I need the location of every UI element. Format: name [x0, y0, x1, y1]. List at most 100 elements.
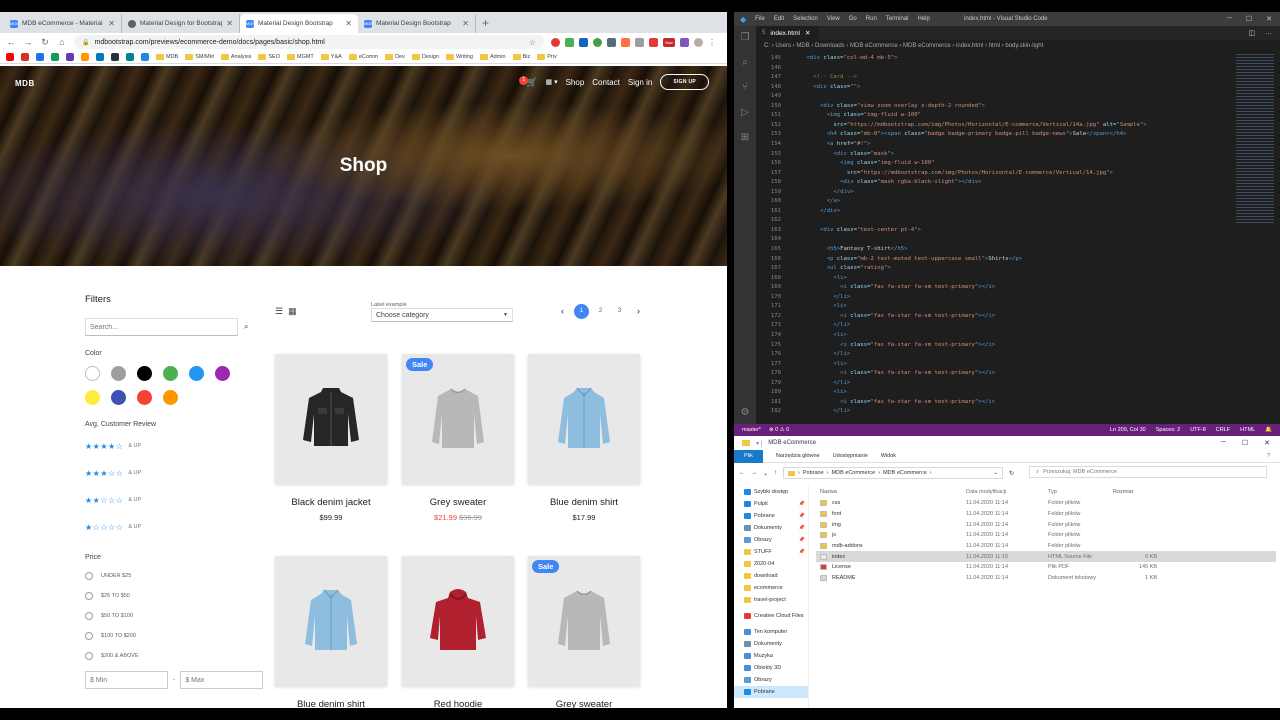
- file-row[interactable]: README 11.04.2020 11:14 Dokument tekstow…: [816, 573, 1276, 584]
- back-icon[interactable]: ←: [6, 37, 16, 47]
- product-name[interactable]: Red hoodie: [402, 699, 514, 708]
- code-line[interactable]: <div class="mask">: [793, 150, 894, 160]
- code-line[interactable]: <!-- Card -->: [793, 73, 857, 83]
- breadcrumb[interactable]: C: › Users › MDB › Downloads › MDB eComm…: [764, 43, 1043, 49]
- menu-go[interactable]: Go: [849, 16, 857, 22]
- extension-badge-icon[interactable]: Bsw: [663, 37, 675, 47]
- code-line[interactable]: <i class="fas fa-star fa-sm text-primary…: [793, 283, 995, 293]
- price-option[interactable]: $25 TO $50: [85, 590, 260, 601]
- maximize-icon[interactable]: ☐: [1242, 439, 1248, 447]
- menu-view[interactable]: View: [827, 16, 840, 22]
- line-endings[interactable]: CRLF: [1216, 427, 1230, 433]
- menu-kebab-icon[interactable]: ⋮: [708, 38, 716, 47]
- color-swatch[interactable]: [111, 390, 126, 405]
- bookmark-folder[interactable]: Design: [411, 54, 439, 60]
- price-option[interactable]: $50 TO $100: [85, 610, 260, 621]
- ribbon-tab-file[interactable]: Plik: [734, 449, 763, 463]
- code-line[interactable]: <div class="view zoom overlay z-depth-2 …: [793, 102, 985, 112]
- bookmark-icon[interactable]: [51, 53, 59, 61]
- code-line[interactable]: <li>: [793, 274, 846, 284]
- extension-icon[interactable]: [607, 37, 616, 47]
- extension-icon[interactable]: [593, 37, 602, 47]
- file-row[interactable]: font 11.04.2020 11:14 Folder plików: [816, 509, 1276, 520]
- product-name[interactable]: Grey sweater: [528, 699, 640, 708]
- code-line[interactable]: <i class="fas fa-star fa-sm text-primary…: [793, 398, 995, 408]
- color-swatch[interactable]: [189, 366, 204, 381]
- max-price-input[interactable]: [180, 671, 264, 689]
- path-dropdown-icon[interactable]: ⌄: [993, 470, 998, 476]
- code-line[interactable]: <h5>Fantasy T-shirt</h5>: [793, 245, 908, 255]
- browser-tab-3[interactable]: MDB Material Design Bootstrap ✕: [358, 14, 476, 33]
- rating-option[interactable]: ★★☆☆☆ & UP: [85, 491, 260, 509]
- bookmark-star-icon[interactable]: ☆: [529, 38, 536, 47]
- pin-icon[interactable]: 📌: [799, 549, 805, 555]
- nav-link-shop[interactable]: Shop: [566, 78, 585, 87]
- quick-access-toolbar-icon[interactable]: ▾ |: [756, 440, 762, 447]
- code-line[interactable]: src="https://mdbootstrap.com/img/Photos/…: [793, 169, 1113, 179]
- product-image[interactable]: [402, 556, 514, 686]
- nav-item[interactable]: Dokumenty 📌: [734, 522, 808, 534]
- code-line[interactable]: </div>: [793, 188, 853, 198]
- code-line[interactable]: src="https://mdbootstrap.com/img/Photos/…: [793, 121, 1146, 131]
- close-tab-icon[interactable]: ✕: [226, 19, 233, 28]
- forward-icon[interactable]: →: [751, 470, 757, 476]
- rating-option[interactable]: ★☆☆☆☆ & UP: [85, 518, 260, 536]
- category-select[interactable]: Label example Choose category ▼: [371, 302, 513, 322]
- code-editor[interactable]: 145 <div class="col-md-4 mb-5"> 146 147 <!…: [756, 54, 1236, 424]
- code-line[interactable]: <i class="fas fa-star fa-sm text-primary…: [793, 341, 995, 351]
- product-image[interactable]: Sale: [528, 556, 640, 686]
- file-row[interactable]: js 11.04.2020 11:14 Folder plików: [816, 530, 1276, 541]
- indentation[interactable]: Spaces: 2: [1156, 427, 1180, 433]
- nav-item[interactable]: Pobrane: [734, 686, 808, 698]
- nav-item[interactable]: STUFF 📌: [734, 546, 808, 558]
- code-line[interactable]: <img class="img-fluid w-100": [793, 111, 921, 121]
- nav-item[interactable]: travel-project: [734, 594, 808, 606]
- price-option[interactable]: $200 & ABOVE: [85, 650, 260, 661]
- list-view-icon[interactable]: ☰: [275, 306, 283, 317]
- pin-icon[interactable]: 📌: [799, 525, 805, 531]
- nav-item[interactable]: ecommerce: [734, 582, 808, 594]
- source-control-icon[interactable]: ⑂: [742, 82, 748, 93]
- color-swatch[interactable]: [163, 366, 178, 381]
- reload-icon[interactable]: ↻: [40, 37, 50, 48]
- file-row[interactable]: img 11.04.2020 11:14 Folder plików: [816, 519, 1276, 530]
- bookmark-icon[interactable]: [36, 53, 44, 61]
- browser-tab-1[interactable]: Material Design for Bootstrap ✕: [122, 14, 240, 33]
- code-line[interactable]: </li>: [793, 407, 850, 417]
- code-line[interactable]: <li>: [793, 302, 846, 312]
- close-icon[interactable]: ✕: [1264, 439, 1270, 447]
- bookmark-icon[interactable]: [81, 53, 89, 61]
- close-tab-icon[interactable]: ✕: [345, 19, 352, 28]
- bookmark-icon[interactable]: [141, 53, 149, 61]
- more-actions-icon[interactable]: …: [1265, 29, 1272, 37]
- language-mode[interactable]: HTML: [1240, 427, 1255, 433]
- nav-item[interactable]: Szybki dostęp: [734, 486, 808, 498]
- problems-count[interactable]: ⊗ 0 ⚠ 0: [769, 427, 789, 433]
- column-date[interactable]: Data modyfikacji: [966, 489, 1048, 495]
- extension-icon[interactable]: [621, 37, 630, 47]
- pin-icon[interactable]: 📌: [799, 513, 805, 519]
- color-swatch[interactable]: [137, 366, 152, 381]
- pin-icon[interactable]: 📌: [799, 537, 805, 543]
- column-size[interactable]: Rozmiar: [1113, 489, 1157, 495]
- product-image[interactable]: [275, 556, 387, 686]
- nav-link-contact[interactable]: Contact: [592, 78, 620, 87]
- close-tab-icon[interactable]: ✕: [108, 19, 115, 28]
- file-row[interactable]: css 11.04.2020 11:14 Folder plików: [816, 498, 1276, 509]
- bookmark-folder[interactable]: MDB: [156, 54, 178, 60]
- nav-item[interactable]: Creative Cloud Files: [734, 610, 808, 622]
- bookmark-icon[interactable]: [96, 53, 104, 61]
- bookmark-folder[interactable]: Writing: [445, 54, 473, 60]
- browser-tab-2[interactable]: MDB Material Design Bootstrap ✕: [240, 14, 358, 33]
- file-row[interactable]: License 11.04.2020 11:14 Plik PDF 145 KB: [816, 562, 1276, 573]
- code-line[interactable]: <img class="img-fluid w-100": [793, 159, 934, 169]
- editor-tab-index-html[interactable]: 5 index.html ✕: [756, 26, 820, 40]
- menu-selection[interactable]: Selection: [793, 16, 818, 22]
- category-dropdown[interactable]: Choose category ▼: [371, 308, 513, 322]
- radio-button[interactable]: [85, 631, 93, 640]
- git-branch[interactable]: master*: [742, 427, 761, 433]
- extension-icon[interactable]: [680, 37, 689, 47]
- nav-item[interactable]: Obiekty 3D: [734, 662, 808, 674]
- code-line[interactable]: </li>: [793, 293, 850, 303]
- path-segment[interactable]: MDB eCommerce: [832, 470, 876, 476]
